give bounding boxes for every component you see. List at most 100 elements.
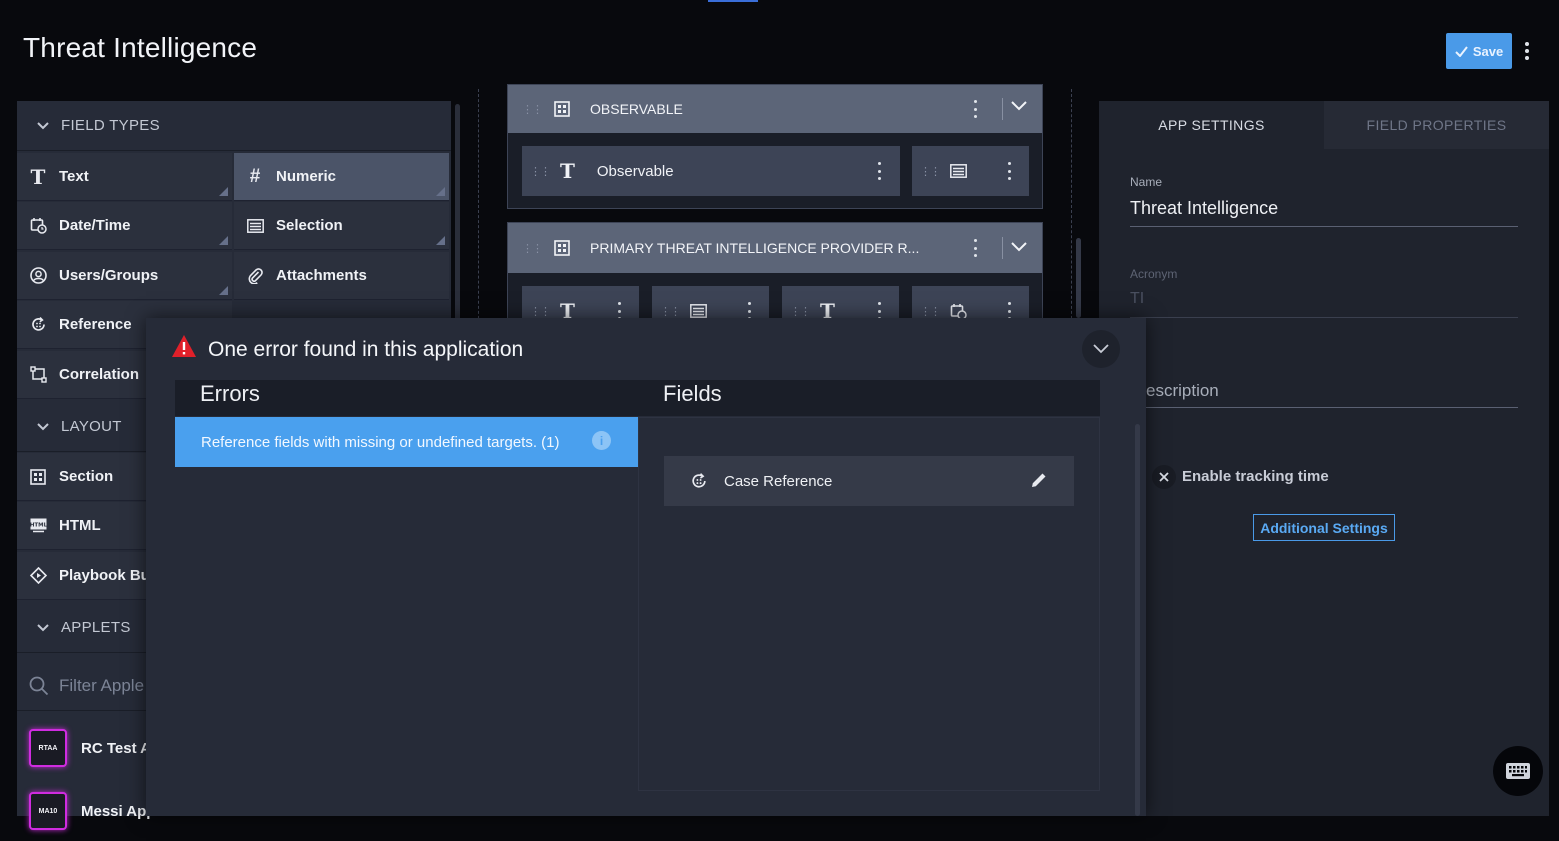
text-icon: T (30, 164, 46, 189)
settings-panel: APP SETTINGS FIELD PROPERTIES Name Threa… (1099, 101, 1549, 816)
warning-icon (172, 335, 196, 357)
collapse-button[interactable] (1082, 330, 1120, 368)
field-type-numeric[interactable]: # Numeric (234, 153, 449, 201)
field-menu-icon[interactable] (1008, 162, 1012, 180)
section-title: PRIMARY THREAT INTELLIGENCE PROVIDER R..… (590, 240, 920, 256)
field-type-label: Text (59, 168, 89, 185)
drag-handle-icon[interactable]: ⋮⋮ (790, 305, 811, 318)
field-menu-icon[interactable] (878, 162, 882, 180)
section-observable[interactable]: ⋮⋮ OBSERVABLE ⋮⋮ T Observable ⋮⋮ (507, 84, 1043, 209)
drag-handle-icon[interactable]: ⋮⋮ (522, 103, 543, 116)
grid-icon (554, 240, 570, 256)
applet-logo: RTAA (29, 729, 67, 767)
field-type-label: Numeric (276, 168, 337, 185)
drag-handle-icon[interactable]: ⋮⋮ (530, 165, 551, 178)
html-icon: HTML (29, 517, 47, 535)
canvas-scrollbar[interactable] (1076, 238, 1081, 318)
name-label: Name (1130, 175, 1163, 189)
search-icon (29, 676, 49, 695)
error-message: Reference fields with missing or undefin… (201, 433, 560, 451)
tracking-toggle[interactable] (1152, 465, 1176, 489)
calendar-clock-icon (29, 217, 47, 235)
errors-column-header: Errors (200, 381, 260, 406)
section-primary-threat-intel[interactable]: ⋮⋮ PRIMARY THREAT INTELLIGENCE PROVIDER … (507, 222, 1043, 336)
description-underline (1146, 407, 1518, 408)
section-menu-icon[interactable] (974, 239, 978, 257)
close-icon (1159, 472, 1169, 482)
field-types-header[interactable]: FIELD TYPES (17, 101, 451, 151)
keyboard-shortcuts-button[interactable] (1493, 746, 1543, 796)
columns-header (175, 380, 1100, 416)
svg-text:HTML: HTML (30, 523, 47, 529)
left-scrollbar[interactable] (455, 104, 460, 324)
tab-app-settings[interactable]: APP SETTINGS (1099, 101, 1324, 149)
field-card-selection[interactable]: ⋮⋮ (912, 146, 1029, 196)
chevron-down-icon[interactable] (1011, 101, 1027, 111)
list-icon (246, 217, 264, 235)
section-header[interactable]: ⋮⋮ OBSERVABLE (508, 85, 1042, 133)
layout-item-label: HTML (59, 517, 101, 534)
info-icon[interactable]: i (592, 431, 611, 450)
field-type-selection[interactable]: Selection (234, 202, 449, 250)
more-options-icon[interactable] (1521, 38, 1533, 64)
error-dialog-title: One error found in this application (208, 338, 524, 361)
drag-handle-icon[interactable]: ⋮⋮ (920, 165, 941, 178)
hash-icon: # (249, 165, 261, 187)
dialog-scrollbar[interactable] (1135, 424, 1140, 816)
tracking-label: Enable tracking time (1182, 468, 1329, 485)
field-type-label: Date/Time (59, 217, 131, 234)
drag-handle-icon[interactable]: ⋮⋮ (920, 305, 941, 318)
field-type-label: Users/Groups (59, 267, 159, 284)
playbook-icon (29, 567, 47, 585)
layout-item-label: Playbook Bu (59, 567, 150, 584)
correlation-icon (29, 366, 47, 384)
drag-handle-icon[interactable]: ⋮⋮ (522, 242, 543, 255)
applet-label: Messi App (81, 802, 156, 820)
section-title: OBSERVABLE (590, 101, 683, 117)
description-label: escription (1146, 381, 1219, 400)
chevron-down-icon[interactable] (1011, 242, 1027, 252)
edit-icon[interactable] (1030, 471, 1048, 489)
error-item[interactable]: Reference fields with missing or undefin… (175, 417, 638, 467)
error-dialog: One error found in this application Erro… (146, 318, 1146, 816)
field-type-users-groups[interactable]: Users/Groups (17, 252, 232, 300)
acronym-underline (1130, 317, 1518, 318)
top-accent-bar (708, 0, 758, 2)
save-label: Save (1472, 43, 1504, 59)
field-type-label: Selection (276, 217, 343, 234)
name-underline (1130, 226, 1518, 227)
field-type-attachments[interactable]: Attachments (234, 252, 449, 300)
applet-label: RC Test Al (81, 739, 156, 757)
additional-settings-button[interactable]: Additional Settings (1253, 514, 1395, 541)
tab-field-properties[interactable]: FIELD PROPERTIES (1324, 101, 1549, 149)
page-title: Threat Intelligence (23, 32, 258, 63)
layout-label: LAYOUT (61, 418, 122, 435)
layout-item-label: Section (59, 468, 114, 485)
check-icon (1455, 45, 1468, 57)
chevron-down-icon (37, 623, 49, 631)
text-icon: T (560, 159, 575, 183)
fields-column-header: Fields (663, 381, 722, 406)
chevron-down-icon (1093, 344, 1109, 354)
name-field[interactable]: Threat Intelligence (1130, 198, 1278, 219)
acronym-field[interactable]: TI (1130, 290, 1144, 308)
grid-icon (29, 468, 47, 486)
acronym-label: Acronym (1130, 267, 1178, 281)
drag-handle-icon[interactable]: ⋮⋮ (530, 305, 551, 318)
field-type-text[interactable]: T Text (17, 153, 232, 201)
field-item-case-reference[interactable]: Case Reference (664, 456, 1074, 506)
chevron-down-icon (37, 422, 49, 430)
save-button[interactable]: Save (1446, 33, 1512, 69)
field-types-label: FIELD TYPES (61, 117, 160, 134)
field-card-observable[interactable]: ⋮⋮ T Observable (522, 146, 900, 196)
list-icon (690, 304, 707, 318)
section-header[interactable]: ⋮⋮ PRIMARY THREAT INTELLIGENCE PROVIDER … (508, 223, 1042, 273)
drag-handle-icon[interactable]: ⋮⋮ (660, 305, 681, 318)
keyboard-icon (1506, 763, 1530, 779)
section-menu-icon[interactable] (974, 100, 978, 118)
field-type-datetime[interactable]: Date/Time (17, 202, 232, 250)
paperclip-icon (246, 267, 264, 285)
chevron-down-icon (37, 121, 49, 129)
field-label: Observable (596, 162, 674, 180)
field-type-label: Reference (59, 316, 132, 333)
